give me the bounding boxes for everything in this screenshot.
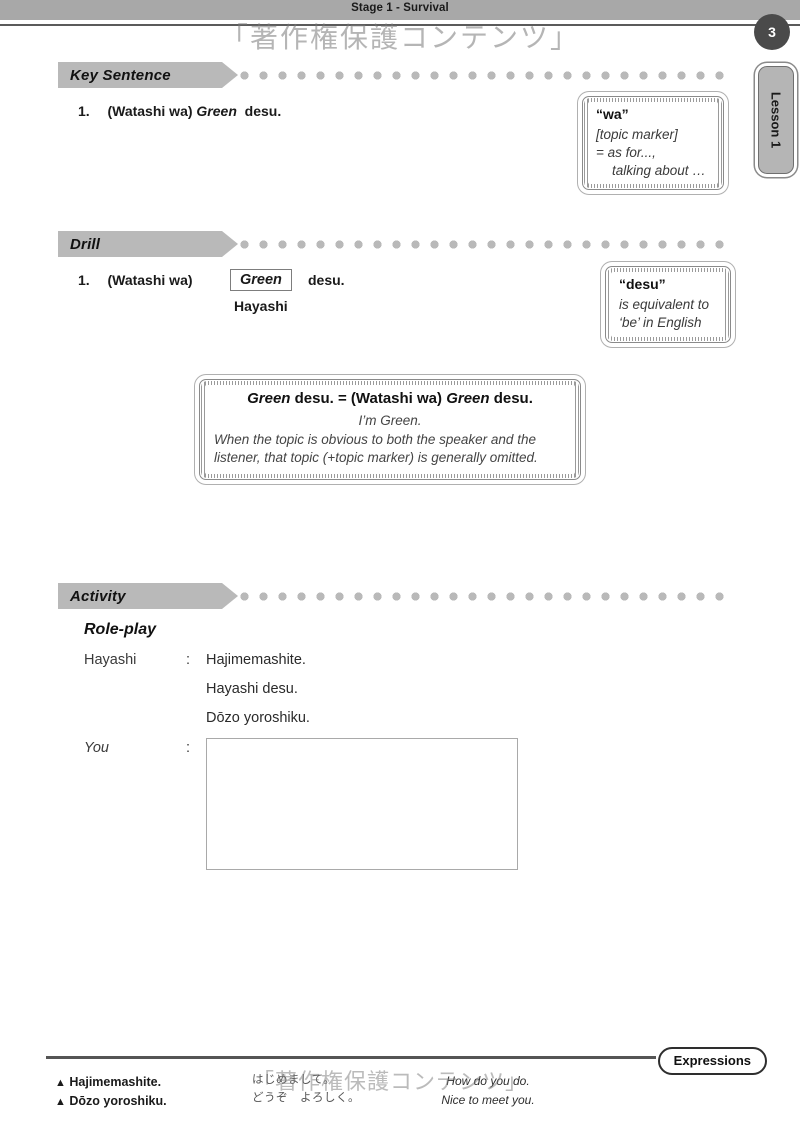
- footer-english-list: How do you do. Nice to meet you.: [398, 1072, 578, 1109]
- explanation-eq-part2: desu. = (Watashi wa): [290, 390, 447, 407]
- activity-dotline: [240, 592, 734, 601]
- footer-entry-2-english: Nice to meet you.: [441, 1092, 535, 1107]
- header-rule: [0, 24, 800, 26]
- footer-entry-1: ▲ Hajimemashite.: [55, 1073, 167, 1092]
- drill-dotline: [240, 240, 734, 249]
- drill-item-1-number: 1.: [78, 272, 90, 288]
- footer-entry-1-romaji: Hajimemashite.: [69, 1075, 162, 1089]
- dialogue-line-hayashi-3: Dōzo yoroshiku.: [206, 710, 310, 726]
- desu-note-line-2: ‘be’ in English: [619, 314, 702, 330]
- footer-entry-1-english: How do you do.: [446, 1074, 530, 1088]
- drill-item-1-lead: 1. (Watashi wa): [78, 272, 193, 288]
- explanation-box: Green desu. = (Watashi wa) Green desu. I…: [199, 379, 581, 480]
- drill-item-1-suffix: desu.: [308, 272, 345, 288]
- roleplay-title: Role-play: [84, 621, 157, 638]
- textbook-page: Stage 1 - Survival 3 「著作権保護コンテンツ」 Lesson…: [0, 0, 800, 1121]
- wa-note-line-2: = as for...,: [596, 144, 656, 160]
- drill-item-1-boxed-word[interactable]: Green: [230, 269, 292, 291]
- wa-note-line-1: [topic marker]: [596, 127, 678, 142]
- wa-note-line-3: talking about …: [612, 162, 706, 178]
- drill-banner-label: Drill: [70, 235, 101, 253]
- key-sentence-banner-label: Key Sentence: [70, 66, 171, 84]
- footer-expression-list: ▲ Hajimemashite. ▲ Dōzo yoroshiku.: [55, 1073, 167, 1112]
- expressions-tab[interactable]: Expressions: [657, 1047, 767, 1075]
- triangle-marker-icon-1: ▲: [55, 1077, 66, 1089]
- footer-entry-1-kana: はじめまして。: [252, 1074, 336, 1086]
- drill-section-header: Drill: [58, 231, 738, 257]
- dialogue-colon-you: :: [186, 740, 191, 756]
- footer-entry-2: ▲ Dōzo yoroshiku.: [55, 1092, 167, 1111]
- drill-banner: Drill: [58, 231, 238, 257]
- page-number-badge: 3: [754, 14, 790, 50]
- explanation-eq-part3: Green: [446, 390, 490, 407]
- key-sentence-banner: Key Sentence: [58, 62, 238, 88]
- dialogue-colon-hayashi: :: [186, 652, 191, 668]
- explanation-body-line-2: listener, that topic (+topic marker) is …: [214, 450, 538, 466]
- key-sentence-item-1-number: 1.: [78, 103, 90, 119]
- desu-note-line-1: is equivalent to: [619, 297, 710, 312]
- key-sentence-item-1: 1. (Watashi wa) Green desu.: [78, 103, 281, 119]
- drill-item-1-prefix: (Watashi wa): [107, 272, 193, 288]
- activity-banner: Activity: [58, 583, 238, 609]
- explanation-body-line-1: When the topic is obvious to both the sp…: [214, 431, 536, 447]
- dialogue-speaker-hayashi: Hayashi: [84, 652, 137, 668]
- desu-note-box: “desu” is equivalent to ‘be’ in English: [605, 266, 731, 343]
- lesson-tab-label: Lesson 1: [768, 91, 784, 149]
- key-sentence-item-1-italic: Green: [196, 103, 237, 119]
- answer-input-box[interactable]: [206, 738, 518, 870]
- key-sentence-dotline: [240, 71, 734, 80]
- footer-entry-2-kana: どうぞ よろしく。: [252, 1092, 360, 1105]
- activity-banner-label: Activity: [70, 587, 126, 605]
- explanation-translation: I’m Green.: [358, 413, 422, 428]
- key-sentence-item-1-prefix: (Watashi wa): [107, 103, 193, 119]
- footer-kana-list: はじめまして。 どうぞ よろしく。: [252, 1071, 360, 1108]
- footer-entry-2-romaji: Dōzo yoroshiku.: [69, 1094, 167, 1109]
- dialogue-line-hayashi-1: Hajimemashite.: [206, 652, 306, 668]
- key-sentence-item-1-suffix: desu.: [244, 103, 282, 119]
- header-rule-white: [0, 21, 800, 23]
- footer-rule: [46, 1056, 656, 1059]
- explanation-eq-part4: desu.: [489, 390, 533, 407]
- dialogue-speaker-you: You: [84, 740, 109, 756]
- lesson-tab[interactable]: Lesson 1: [758, 66, 794, 174]
- wa-note-title: “wa”: [596, 106, 629, 122]
- stage-title: Stage 1 - Survival: [351, 2, 449, 14]
- explanation-eq-part1: Green: [247, 390, 291, 407]
- drill-item-1-alternate: Hayashi: [234, 298, 288, 314]
- triangle-marker-icon-2: ▲: [55, 1096, 66, 1109]
- explanation-equation: Green desu. = (Watashi wa) Green desu.: [214, 390, 566, 407]
- desu-note-title: “desu”: [619, 276, 666, 292]
- activity-section-header: Activity: [58, 583, 738, 609]
- dialogue-line-hayashi-2: Hayashi desu.: [206, 681, 298, 697]
- key-sentence-section-header: Key Sentence: [58, 62, 738, 88]
- wa-note-box: “wa” [topic marker] = as for..., talking…: [582, 96, 724, 191]
